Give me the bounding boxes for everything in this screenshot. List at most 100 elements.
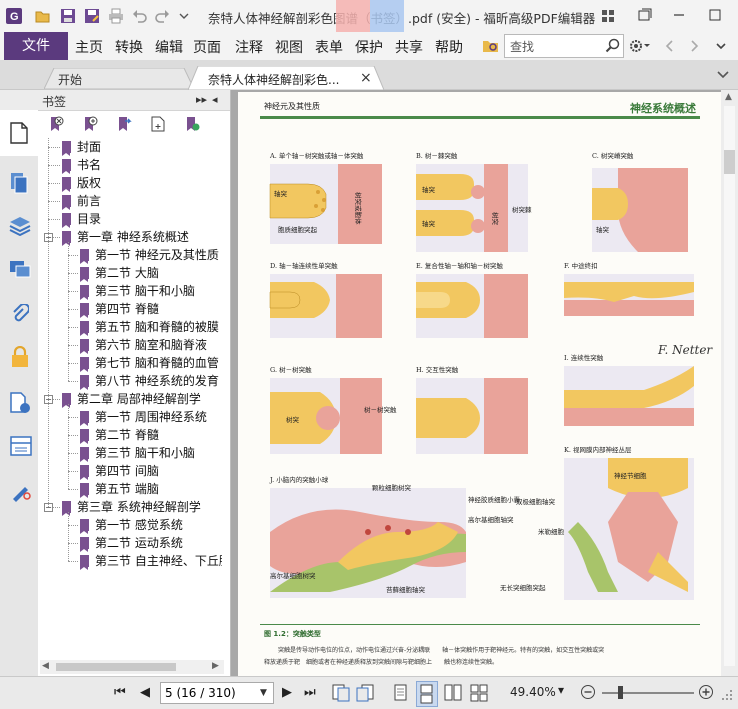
- comments-icon[interactable]: [9, 260, 31, 280]
- bookmark-settings-icon[interactable]: [184, 116, 200, 132]
- bookmark-item[interactable]: 第三节 自主神经、下丘脑: [80, 552, 222, 570]
- delete-bookmark-icon[interactable]: [48, 116, 64, 132]
- bookmark-item[interactable]: 第二节 大脑: [80, 264, 159, 282]
- bookmark-item[interactable]: 版权: [62, 174, 101, 192]
- menu-protect[interactable]: 保护: [355, 37, 383, 57]
- search-box[interactable]: 查找: [504, 34, 624, 58]
- form-fields-icon[interactable]: [10, 436, 32, 456]
- bookmark-item[interactable]: 第一节 神经元及其性质: [80, 246, 219, 264]
- bookmark-item[interactable]: 第一章 神经系统概述: [62, 228, 189, 246]
- menu-share[interactable]: 共享: [395, 37, 423, 57]
- first-page-icon[interactable]: ⏮: [114, 685, 126, 700]
- page-dropdown-icon[interactable]: ▼: [260, 683, 267, 703]
- bookmark-item[interactable]: 第二节 运动系统: [80, 534, 183, 552]
- panel-b-dendrite-label: 树突: [491, 212, 500, 226]
- bookmark-item[interactable]: 第四节 脊髓: [80, 300, 159, 318]
- bookmark-item[interactable]: 第三章 系统神经解剖学: [62, 498, 201, 516]
- restore-icon[interactable]: [630, 4, 660, 26]
- pages-thumbnail-icon[interactable]: [10, 172, 30, 194]
- tab-list-icon[interactable]: [716, 68, 730, 85]
- bookmark-item[interactable]: 第三节 脑干和小脑: [80, 282, 195, 300]
- bookmark-item[interactable]: 第七节 脑和脊髓的血管: [80, 354, 219, 372]
- add-bookmark-icon[interactable]: [82, 116, 98, 132]
- new-page-bookmark-icon[interactable]: [150, 116, 166, 132]
- document-view[interactable]: 神经元及其性质 神经系统概述 A. 单个轴－树突触或轴－体突触 轴突 胞质细胞突…: [231, 90, 738, 676]
- menu-form[interactable]: 表单: [315, 37, 343, 57]
- tab-start[interactable]: 开始: [44, 68, 194, 89]
- zoom-slider[interactable]: [602, 692, 694, 694]
- previous-view-icon[interactable]: [332, 684, 350, 702]
- bookmark-item[interactable]: 第二节 脊髓: [80, 426, 159, 444]
- bookmark-item[interactable]: 前言: [62, 192, 101, 210]
- signature-pen-icon[interactable]: [10, 480, 32, 502]
- bookmark-item[interactable]: 第五节 脑和脊髓的被膜: [80, 318, 219, 336]
- menu-help[interactable]: 帮助: [435, 37, 463, 57]
- menu-view[interactable]: 视图: [275, 37, 303, 57]
- maximize-button[interactable]: [700, 4, 730, 26]
- prev-page-icon[interactable]: ◀: [140, 685, 150, 700]
- goto-bookmark-icon[interactable]: [116, 116, 132, 132]
- nav-page-active[interactable]: [0, 110, 38, 156]
- menu-convert[interactable]: 转换: [115, 37, 143, 57]
- security-lock-icon[interactable]: [10, 346, 30, 368]
- save-as-icon[interactable]: [84, 8, 100, 24]
- bookmark-item[interactable]: 第三节 脑干和小脑: [80, 444, 195, 462]
- bookmark-item[interactable]: 第一节 周围神经系统: [80, 408, 207, 426]
- tab-close-icon[interactable]: ×: [360, 70, 372, 86]
- bookmark-item[interactable]: 第五节 端脑: [80, 480, 159, 498]
- continuous-view-button[interactable]: [416, 681, 438, 707]
- vscroll-thumb[interactable]: [724, 150, 735, 174]
- menu-page[interactable]: 页面: [193, 37, 221, 57]
- find-folder-icon[interactable]: [482, 38, 500, 57]
- pdf-page[interactable]: 神经元及其性质 神经系统概述 A. 单个轴－树突触或轴－体突触 轴突 胞质细胞突…: [238, 92, 722, 676]
- nav-prev-icon[interactable]: [662, 38, 676, 57]
- full-screen-icon[interactable]: [600, 8, 616, 24]
- save-icon[interactable]: [60, 8, 76, 24]
- open-file-icon[interactable]: [35, 8, 51, 24]
- search-icon[interactable]: [605, 38, 621, 54]
- resize-grip-icon[interactable]: [722, 690, 734, 702]
- facing-pages-icon[interactable]: [444, 684, 462, 702]
- bookmark-item[interactable]: 封面: [62, 138, 101, 156]
- bookmark-item[interactable]: 目录: [62, 210, 101, 228]
- bookmark-item[interactable]: 第二章 局部神经解剖学: [62, 390, 201, 408]
- last-page-icon[interactable]: ⏭: [304, 685, 316, 700]
- ribbon-collapse-icon[interactable]: [714, 38, 728, 57]
- minimize-button[interactable]: [664, 4, 694, 26]
- menu-home[interactable]: 主页: [75, 37, 103, 57]
- print-icon[interactable]: [108, 8, 124, 24]
- file-menu-button[interactable]: 文件: [4, 32, 68, 60]
- document-vscrollbar[interactable]: ▲: [721, 90, 738, 676]
- bookmark-item[interactable]: 第八节 神经系统的发育: [80, 372, 219, 390]
- zoom-slider-thumb[interactable]: [618, 686, 623, 699]
- zoom-in-icon[interactable]: [698, 684, 714, 700]
- bookmark-item[interactable]: 第六节 脑室和脑脊液: [80, 336, 207, 354]
- single-page-icon[interactable]: [394, 684, 408, 702]
- next-view-icon[interactable]: [356, 684, 374, 702]
- redo-icon[interactable]: [154, 8, 170, 24]
- tab-document[interactable]: 奈特人体神经解剖彩色... ×: [188, 66, 384, 90]
- expand-panel-icon[interactable]: ▸▸: [196, 93, 207, 106]
- attachment-icon[interactable]: [11, 304, 29, 326]
- menu-edit[interactable]: 编辑: [155, 37, 183, 57]
- hscroll-thumb[interactable]: [56, 663, 176, 671]
- zoom-level[interactable]: 49.40%: [510, 685, 556, 699]
- bookmark-item[interactable]: 第一节 感觉系统: [80, 516, 183, 534]
- zoom-dropdown-icon[interactable]: ▾: [558, 683, 564, 697]
- search-input[interactable]: 查找: [510, 38, 534, 55]
- nav-next-icon[interactable]: [688, 38, 702, 57]
- bookmark-item[interactable]: 书名: [62, 156, 101, 174]
- quick-access-dropdown-icon[interactable]: [176, 8, 192, 24]
- collapse-panel-icon[interactable]: ◂: [212, 93, 218, 106]
- bookmark-item[interactable]: 第四节 间脑: [80, 462, 159, 480]
- zoom-out-icon[interactable]: [580, 684, 596, 700]
- menu-comment[interactable]: 注释: [235, 37, 263, 57]
- settings-gear-icon[interactable]: [628, 38, 650, 57]
- page-number-field[interactable]: 5 (16 / 310) ▼: [160, 682, 274, 704]
- layers-icon[interactable]: [9, 216, 31, 236]
- bookmark-hscrollbar[interactable]: ◀ ▶: [40, 660, 224, 674]
- undo-icon[interactable]: [132, 8, 148, 24]
- page-properties-icon[interactable]: [10, 392, 32, 414]
- continuous-facing-icon[interactable]: [470, 684, 488, 702]
- next-page-icon[interactable]: ▶: [282, 685, 292, 700]
